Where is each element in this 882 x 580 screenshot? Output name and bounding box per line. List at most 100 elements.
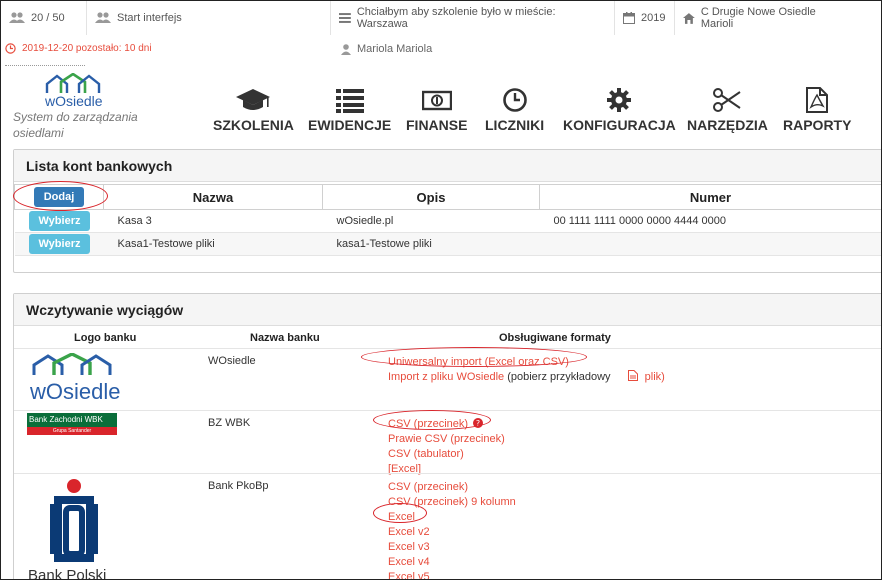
example-file-link[interactable]: plik): [645, 371, 665, 383]
table-row: Wybierz Kasa 3 wOsiedle.pl 00 1111 1111 …: [14, 209, 881, 233]
column-header-name: Nazwa: [103, 184, 323, 210]
pkobp-logo-text: Bank Polski: [28, 567, 107, 580]
nav-ewidencje-label: EWIDENCJE: [308, 117, 392, 133]
user-icon: [341, 43, 351, 55]
users-count-text: 20 / 50: [31, 12, 65, 24]
format-link[interactable]: Excel: [388, 510, 516, 525]
pkobp-bank-logo: Bank Polski: [28, 478, 120, 580]
table-header: Dodaj Nazwa Opis Numer: [14, 184, 881, 210]
bzwbk-bank-logo: Bank Zachodni WBK Grupa Santander: [27, 413, 117, 435]
user-menu[interactable]: Mariola Mariola: [341, 43, 432, 55]
bank-name: BZ WBK: [208, 417, 251, 429]
brand-subtitle: System do zarządzania osiedlami: [13, 110, 138, 140]
training-city-text: Chciałbym aby szkolenie było w mieście: …: [356, 6, 556, 30]
scissors-icon: [713, 88, 742, 112]
format-link[interactable]: CSV (tabulator): [388, 447, 505, 462]
year-selector[interactable]: 2019: [615, 1, 675, 35]
money-icon: [421, 90, 452, 111]
account-name: Kasa1-Testowe pliki: [103, 232, 323, 256]
select-account-button[interactable]: Wybierz: [28, 234, 91, 254]
bank-accounts-table: Dodaj Nazwa Opis Numer Wybierz Kasa 3 wO…: [14, 184, 881, 256]
estate-text: C Drugie Nowe Osiedle Marioli: [700, 6, 816, 30]
nav-szkolenia-label: SZKOLENIA: [213, 117, 294, 133]
bank-name: WOsiedle: [208, 355, 256, 367]
column-header-desc: Opis: [322, 184, 540, 210]
pko-logo-icon: [50, 479, 98, 562]
home-icon: [683, 12, 695, 24]
start-interface-text: Start interfejs: [117, 12, 182, 24]
pdf-file-icon: [806, 87, 829, 113]
wosiedle-logo-text: wOsiedle: [30, 379, 121, 404]
users-icon: [9, 12, 25, 23]
format-link[interactable]: Uniwersalny import (Excel oraz CSV): [388, 355, 665, 370]
brand-logo-text: wOsiedle: [45, 93, 103, 109]
nav-finanse-label: FINANSE: [406, 117, 468, 133]
bank-accounts-title: Lista kont bankowych: [14, 150, 881, 182]
format-link[interactable]: Excel v4: [388, 555, 516, 570]
calendar-icon: [623, 12, 635, 24]
format-link[interactable]: Prawie CSV (przecinek): [388, 432, 505, 447]
training-city-link[interactable]: Chciałbym aby szkolenie było w mieście: …: [331, 1, 615, 35]
list-icon: [335, 89, 364, 113]
nav-szkolenia[interactable]: SZKOLENIA: [213, 87, 294, 133]
add-column: Dodaj: [14, 184, 104, 210]
user-name: Mariola Mariola: [357, 43, 433, 55]
nav-ewidencje[interactable]: EWIDENCJE: [308, 87, 391, 133]
wosiedle-bank-logo: wOsiedle: [26, 352, 121, 404]
bank-name: Bank PkoBp: [208, 480, 269, 492]
bank-row-wosiedle: wOsiedle WOsiedle Uniwersalny import (Ex…: [14, 348, 881, 411]
nav-finanse[interactable]: FINANSE: [406, 87, 467, 133]
account-number: 00 1111 1111 0000 0000 4444 0000: [539, 209, 881, 233]
statements-title: Wczytywanie wyciągów: [14, 294, 881, 326]
table-row: Wybierz Kasa1-Testowe pliki kasa1-Testow…: [14, 232, 881, 256]
statements-panel: Wczytywanie wyciągów Logo banku Nazwa ba…: [13, 293, 881, 580]
clock-icon: [5, 43, 16, 54]
menu-icon: [339, 13, 351, 23]
format-link[interactable]: CSV (przecinek): [388, 418, 468, 430]
nav-narzedzia[interactable]: NARZĘDZIA: [687, 87, 768, 133]
account-name: Kasa 3: [103, 209, 323, 233]
format-link[interactable]: CSV (przecinek): [388, 480, 516, 495]
formats-list: CSV (przecinek) CSV (przecinek) 9 kolumn…: [388, 480, 516, 579]
format-link[interactable]: Import z pliku WOsiedle: [388, 371, 504, 383]
help-icon[interactable]: ?: [473, 418, 484, 428]
graduation-cap-icon: [236, 89, 271, 110]
nav-narzedzia-label: NARZĘDZIA: [687, 117, 768, 133]
account-desc: wOsiedle.pl: [322, 209, 540, 233]
select-account-button[interactable]: Wybierz: [28, 211, 91, 231]
formats-list: CSV (przecinek) ? Prawie CSV (przecinek)…: [388, 417, 505, 477]
divider: [5, 65, 85, 66]
svg-text:?: ?: [476, 419, 480, 428]
nav-konfiguracja[interactable]: KONFIGURACJA: [563, 87, 676, 133]
column-header-bank-name: Nazwa banku: [250, 332, 320, 344]
gear-icon: [607, 88, 632, 112]
nav-konfiguracja-label: KONFIGURACJA: [563, 117, 676, 133]
nav-liczniki[interactable]: LICZNIKI: [485, 87, 544, 133]
nav-liczniki-label: LICZNIKI: [485, 117, 545, 133]
nav-raporty-label: RAPORTY: [783, 117, 852, 133]
nav-raporty[interactable]: RAPORTY: [783, 87, 851, 133]
users-count[interactable]: 20 / 50: [1, 1, 87, 35]
top-bar: 20 / 50 Start interfejs Chciałbym aby sz…: [1, 1, 881, 35]
column-header-logo: Logo banku: [74, 332, 137, 344]
account-desc: kasa1-Testowe pliki: [322, 232, 540, 256]
format-link[interactable]: Excel v3: [388, 540, 516, 555]
statements-table-header: Logo banku Nazwa banku Obsługiwane forma…: [14, 328, 881, 346]
year-text: 2019: [641, 12, 666, 24]
bank-row-pkobp: Bank Polski Bank PkoBp CSV (przecinek) C…: [14, 473, 881, 580]
example-prefix: (pobierz przykładowy: [507, 371, 611, 383]
formats-list: Uniwersalny import (Excel oraz CSV) Impo…: [388, 355, 665, 385]
start-interface-link[interactable]: Start interfejs: [87, 1, 331, 35]
estate-selector[interactable]: C Drugie Nowe Osiedle Marioli: [675, 1, 857, 35]
add-account-button[interactable]: Dodaj: [33, 187, 85, 207]
houses-logo-icon: [32, 352, 112, 375]
bank-row-bzwbk: Bank Zachodni WBK Grupa Santander BZ WBK…: [14, 410, 881, 475]
houses-logo-icon: [45, 72, 101, 93]
file-icon: [627, 370, 638, 381]
format-link[interactable]: Excel v2: [388, 525, 516, 540]
format-link[interactable]: CSV (przecinek) 9 kolumn: [388, 495, 516, 510]
format-link[interactable]: Excel v5: [388, 570, 516, 579]
column-header-formats: Obsługiwane formaty: [499, 332, 611, 344]
app-window: 20 / 50 Start interfejs Chciałbym aby sz…: [0, 0, 882, 580]
deadline-info: 2019-12-20 pozostało: 10 dni: [5, 43, 152, 54]
